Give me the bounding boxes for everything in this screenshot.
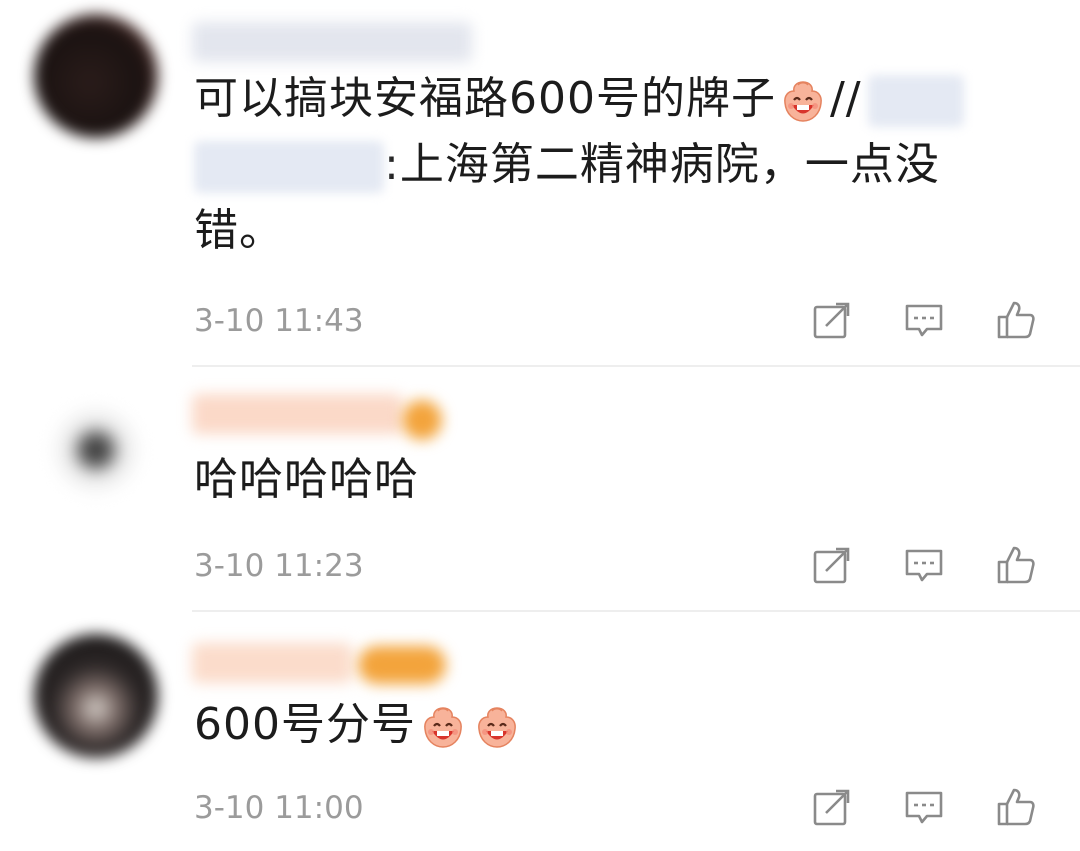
username-blurred[interactable] — [192, 394, 402, 434]
comment-actions — [812, 545, 1036, 585]
like-icon[interactable] — [996, 300, 1036, 340]
comment-timestamp: 3-10 11:43 — [194, 303, 364, 339]
comment-text-part: :上海第二精神病院，一点没 — [384, 139, 940, 190]
comment-text: 可以搞块安福路600号的牌子 // :上海第二精神病院，一点没 错。 — [194, 66, 1020, 264]
comment-icon[interactable] — [904, 300, 944, 340]
like-icon[interactable] — [996, 545, 1036, 585]
comment-actions — [812, 787, 1036, 827]
comment-actions — [812, 300, 1036, 340]
avatar[interactable] — [34, 388, 158, 512]
avatar[interactable] — [34, 634, 158, 758]
comment-text-part: 错。 — [194, 205, 284, 256]
laughing-face-emoji-icon — [472, 702, 522, 752]
laughing-face-emoji-icon — [778, 76, 828, 126]
repost-separator: // — [829, 73, 862, 124]
badge-blurred — [358, 646, 446, 684]
comment-icon[interactable] — [904, 787, 944, 827]
avatar[interactable] — [34, 14, 158, 138]
laughing-face-emoji-icon — [418, 702, 468, 752]
comment-text-part: 600号分号 — [194, 699, 416, 750]
comment-icon[interactable] — [904, 545, 944, 585]
comment-text-part: 可以搞块安福路600号的牌子 — [194, 73, 776, 124]
mention-blurred[interactable] — [867, 75, 964, 127]
comment-text: 哈哈哈哈哈 — [194, 454, 419, 505]
forward-icon[interactable] — [812, 787, 852, 827]
divider — [192, 365, 1080, 367]
username-blurred[interactable] — [192, 643, 352, 683]
forward-icon[interactable] — [812, 300, 852, 340]
comment-text: 600号分号 — [194, 692, 1020, 758]
username-blurred[interactable] — [192, 22, 472, 62]
badge-blurred — [402, 400, 442, 440]
divider — [192, 610, 1080, 612]
like-icon[interactable] — [996, 787, 1036, 827]
forward-icon[interactable] — [812, 545, 852, 585]
mention-blurred-2[interactable] — [194, 141, 384, 193]
comment-timestamp: 3-10 11:23 — [194, 548, 364, 584]
comment-timestamp: 3-10 11:00 — [194, 790, 364, 826]
